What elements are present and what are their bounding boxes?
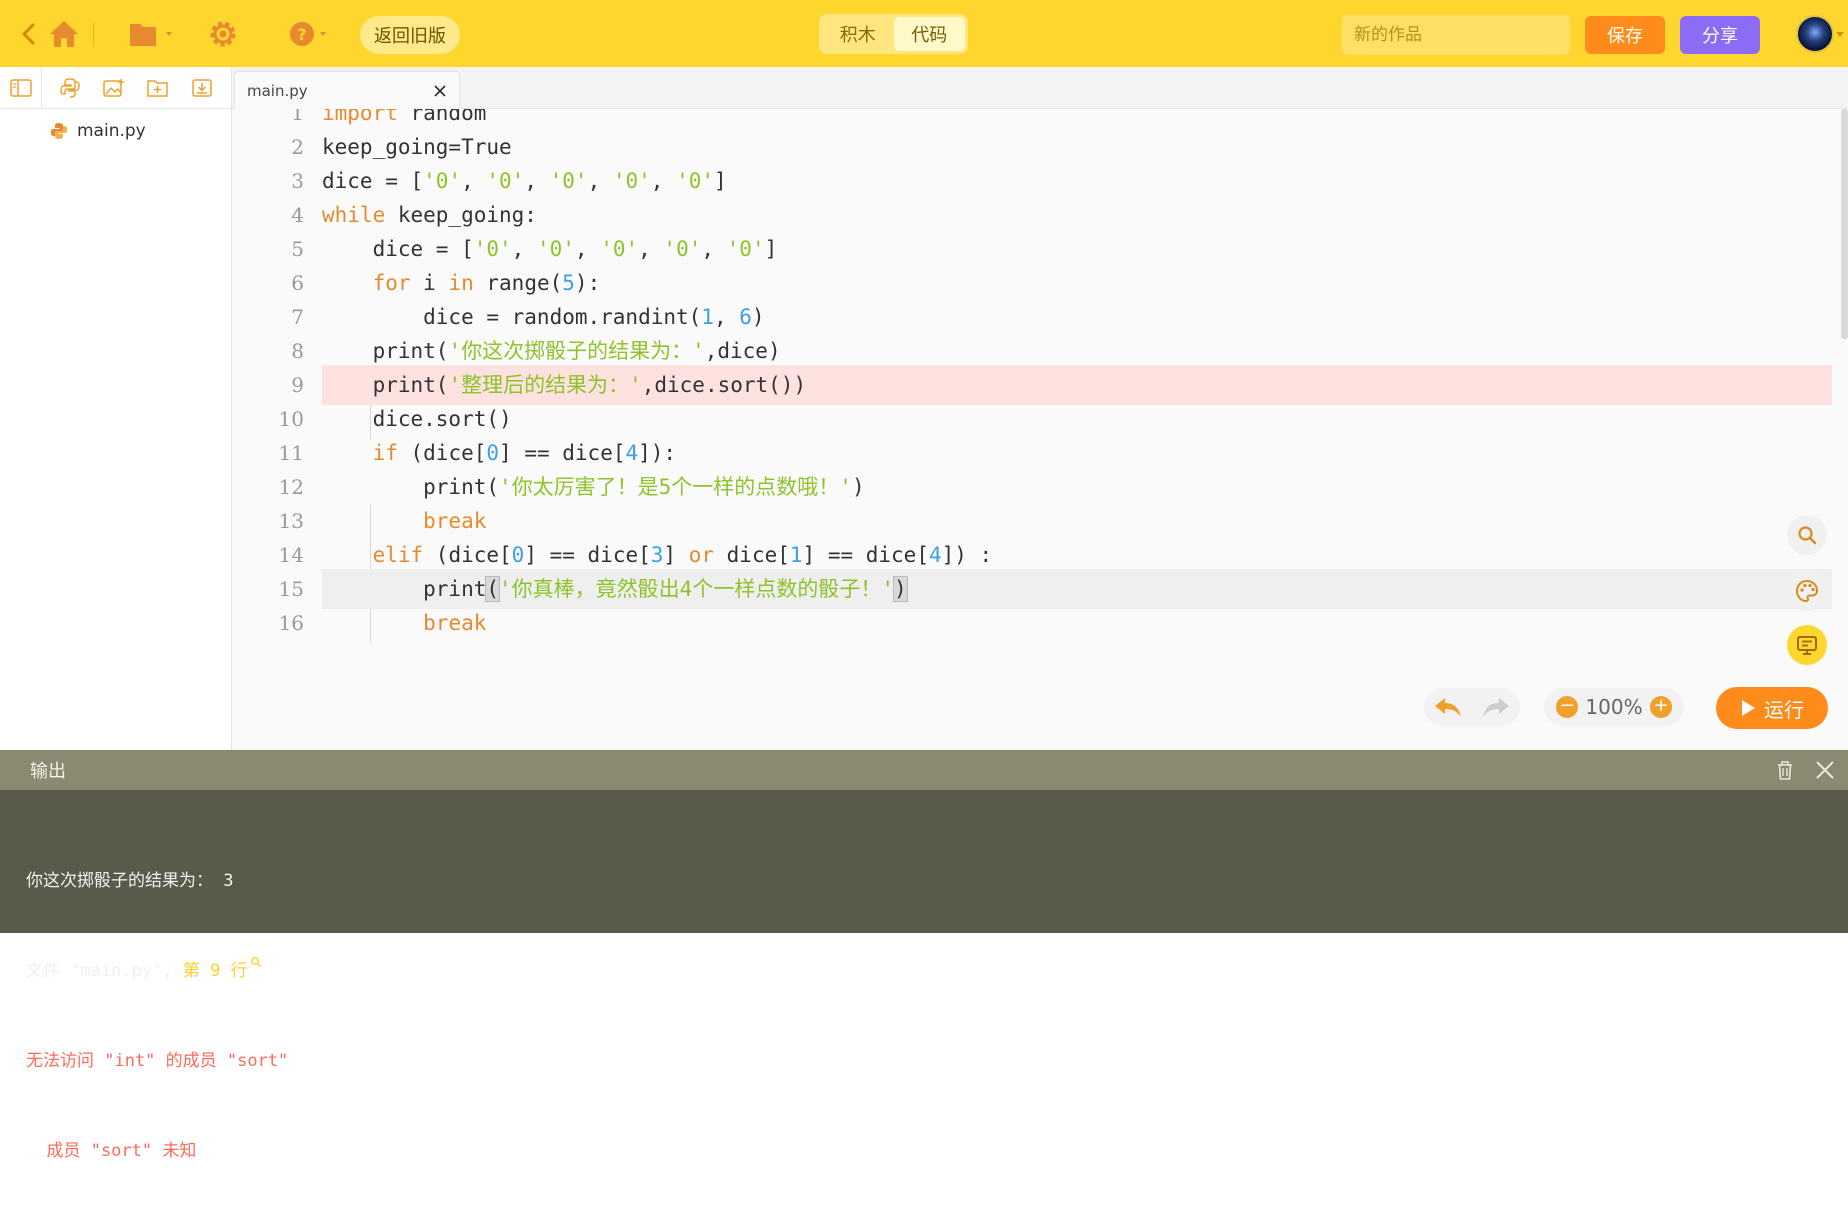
search-icon[interactable]: [250, 956, 262, 968]
tab-label: main.py: [247, 82, 308, 100]
avatar[interactable]: [1796, 15, 1834, 53]
old-version-button[interactable]: 返回旧版: [360, 16, 460, 54]
play-icon: [1742, 700, 1755, 716]
folder-menu-icon[interactable]: [128, 18, 176, 50]
tab-code[interactable]: 代码: [893, 17, 965, 51]
home-icon[interactable]: [46, 16, 82, 52]
python-file-icon: [51, 123, 67, 139]
output-log: 你这次掷骰子的结果为： 3 文件 "main.py", 第 9 行 无法访问 "…: [26, 806, 288, 1226]
output-title: 输出: [30, 761, 66, 782]
search-icon[interactable]: [1787, 515, 1827, 555]
top-bar: ? 返回旧版 积木 代码 保存 分享: [0, 0, 1848, 67]
undo-icon[interactable]: [1433, 695, 1463, 719]
run-button[interactable]: 运行: [1716, 687, 1828, 729]
editor-tab-bar: main.py: [232, 67, 1848, 110]
gear-icon[interactable]: [205, 16, 241, 52]
output-panel: 输出 你这次掷骰子的结果为： 3 文件 "main.py", 第 9 行 无法访…: [0, 750, 1848, 1161]
output-line: 你这次掷骰子的结果为： 3: [26, 871, 234, 891]
download-icon[interactable]: [180, 67, 224, 109]
tab-blocks[interactable]: 积木: [822, 17, 894, 51]
palette-icon[interactable]: [1787, 571, 1827, 611]
close-icon[interactable]: [431, 82, 449, 100]
console-icon[interactable]: [1787, 625, 1827, 665]
code-editor[interactable]: 1 2 3 4 5 6 7 8 9 10 11 12 13 14 15 16 i…: [232, 109, 1848, 750]
zoom-level: 100%: [1585, 695, 1643, 719]
new-python-file-icon[interactable]: [48, 67, 92, 109]
redo-icon[interactable]: [1481, 695, 1511, 719]
trash-icon[interactable]: [1774, 759, 1796, 781]
file-item-main-py[interactable]: main.py: [50, 121, 146, 141]
add-image-icon[interactable]: [92, 67, 136, 109]
mode-switch: 积木 代码: [819, 14, 968, 54]
undo-redo-group: [1424, 688, 1520, 726]
toolbar-separator: [93, 22, 94, 46]
error-message: 无法访问 "int" 的成员 "sort": [26, 1051, 289, 1071]
sidebar-toolbar: [0, 66, 231, 109]
toggle-sidebar-icon[interactable]: [0, 66, 42, 109]
chevron-down-icon[interactable]: [1836, 32, 1844, 37]
zoom-in-button[interactable]: +: [1650, 696, 1672, 718]
code-line: break: [423, 611, 487, 635]
editor-scrollbar[interactable]: [1841, 109, 1848, 339]
output-header: 输出: [0, 750, 1848, 790]
output-line: 文件 "main.py", 第 9 行: [26, 956, 288, 986]
error-location-link[interactable]: 第 9 行: [183, 961, 248, 981]
zoom-out-button[interactable]: −: [1556, 696, 1578, 718]
project-title-input[interactable]: [1342, 15, 1570, 55]
share-button[interactable]: 分享: [1680, 16, 1760, 54]
file-sidebar: main.py: [0, 66, 232, 750]
help-menu-icon[interactable]: ?: [288, 16, 336, 52]
zoom-control: − 100% +: [1544, 688, 1684, 726]
editor-tab-main-py[interactable]: main.py: [234, 71, 460, 110]
file-name-label: main.py: [77, 121, 146, 141]
back-arrow-icon[interactable]: [18, 22, 38, 46]
svg-text:?: ?: [297, 25, 306, 44]
code-area[interactable]: import random keep_going=True dice = ['0…: [322, 109, 1832, 750]
new-folder-icon[interactable]: [136, 67, 180, 109]
line-number: 16: [278, 611, 304, 635]
line-number-gutter: 1 2 3 4 5 6 7 8 9 10 11 12 13 14 15 16: [232, 109, 322, 750]
run-label: 运行: [1764, 697, 1804, 722]
error-detail: 成员 "sort" 未知: [26, 1141, 197, 1161]
save-button[interactable]: 保存: [1585, 16, 1665, 54]
close-icon[interactable]: [1814, 759, 1836, 781]
